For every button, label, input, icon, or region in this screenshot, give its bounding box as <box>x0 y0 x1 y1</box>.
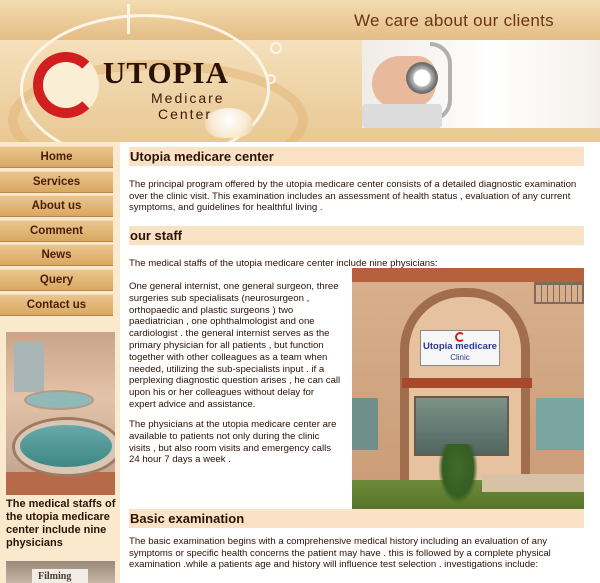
basic-examination-paragraph: The basic examination begins with a comp… <box>129 536 551 570</box>
crescent-icon <box>455 332 465 342</box>
photo-awning <box>402 378 532 388</box>
stethoscope-icon <box>406 62 438 94</box>
decorative-lamp <box>205 108 253 138</box>
logo-subtitle: Medicare <box>151 90 225 106</box>
logo-subtitle: Center <box>158 106 213 122</box>
clinic-sign-name: Utopia medicare <box>423 341 497 352</box>
main-content: Utopia medicare center The principal pro… <box>129 142 585 583</box>
nav-about-us[interactable]: About us <box>0 195 113 218</box>
decorative-bead <box>266 74 276 84</box>
photo-railing <box>534 282 584 304</box>
logo-crescent-icon <box>33 52 99 118</box>
photo-pathway <box>482 474 584 492</box>
filming-photo: Filming <box>6 561 115 583</box>
sidebar-caption: The medical staffs of the utopia medicar… <box>6 498 116 549</box>
clinic-building-photo: Utopia medicare Clinic <box>352 268 584 511</box>
site-header: We care about our clients UTOPIA Medicar… <box>0 0 600 142</box>
nav-news[interactable]: News <box>0 244 113 267</box>
nav-comment[interactable]: Comment <box>0 219 113 242</box>
physicians-paragraph: The physicians at the utopia medicare ce… <box>129 419 337 466</box>
clinic-sign-sub: Clinic <box>450 353 470 362</box>
photo-window <box>14 342 44 392</box>
photo-palm <box>438 444 478 504</box>
section-title-staff: our staff <box>129 226 584 245</box>
staff-detail-paragraph: One general internist, one general surge… <box>129 281 341 410</box>
filming-photo-label: Filming <box>32 569 88 583</box>
jacuzzi-photo <box>6 332 115 495</box>
main-navigation: Home Services About us Comment News Quer… <box>0 146 113 318</box>
nav-query[interactable]: Query <box>0 268 113 291</box>
clinic-sign: Utopia medicare Clinic <box>420 330 500 366</box>
sleeve-image <box>362 104 442 128</box>
decorative-bead <box>270 42 282 54</box>
decorative-line <box>127 4 130 34</box>
nav-home[interactable]: Home <box>0 146 113 168</box>
logo-title[interactable]: UTOPIA <box>103 55 229 91</box>
nav-services[interactable]: Services <box>0 170 113 193</box>
photo-window-right <box>536 398 584 450</box>
nav-contact-us[interactable]: Contact us <box>0 293 113 316</box>
sidebar: Home Services About us Comment News Quer… <box>0 142 120 583</box>
photo-pool-water <box>20 425 112 467</box>
header-tagline: We care about our clients <box>354 11 554 30</box>
photo-window-left <box>352 398 378 450</box>
photo-small-pool <box>24 390 94 410</box>
intro-paragraph: The principal program offered by the uto… <box>129 179 577 213</box>
section-title-utopia: Utopia medicare center <box>129 147 584 166</box>
photo-roof <box>352 268 584 282</box>
section-title-basic-examination: Basic examination <box>129 509 584 528</box>
